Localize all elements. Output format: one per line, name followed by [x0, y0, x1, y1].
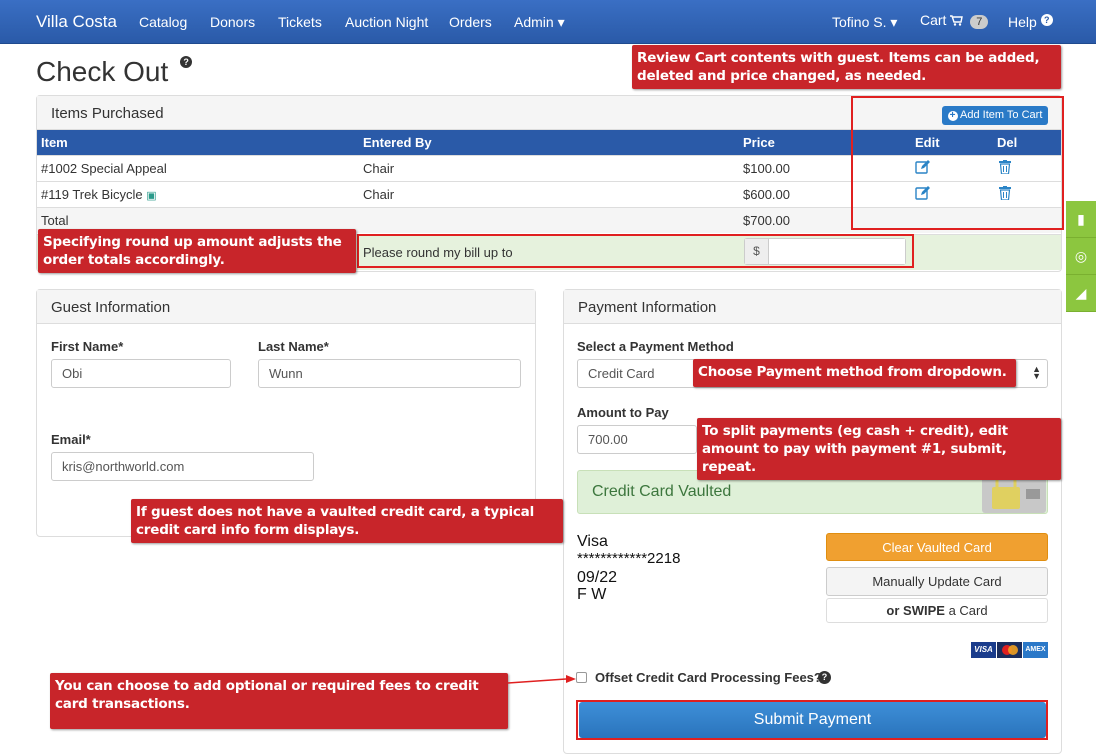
top-navbar: Villa Costa Catalog Donors Tickets Aucti… [0, 0, 1096, 44]
callout-vault: If guest does not have a vaulted credit … [131, 499, 563, 543]
cart-link[interactable]: Cart 7 [920, 12, 989, 29]
nav-admin[interactable]: Admin ▾ [514, 14, 565, 31]
email-label: Email* [51, 432, 91, 447]
round-up-highlight [357, 234, 914, 268]
amount-field[interactable]: 700.00 [577, 425, 697, 454]
payment-panel-heading: Payment Information [564, 290, 1061, 324]
card-brand: Visa [577, 533, 608, 550]
visa-logo-icon: VISA [971, 642, 996, 658]
cart-count-badge: 7 [970, 15, 989, 29]
entered-by: Chair [359, 154, 739, 181]
nav-auction-night[interactable]: Auction Night [345, 14, 428, 30]
amount-label: Amount to Pay [577, 405, 669, 420]
email-field[interactable]: kris@northworld.com [51, 452, 314, 481]
offset-fees-checkbox[interactable] [576, 672, 587, 683]
mastercard-logo-icon [997, 642, 1022, 658]
last-name-field[interactable]: Wunn [258, 359, 521, 388]
item-name: #119 Trek Bicycle [41, 186, 143, 202]
page-title: Check Out ? [36, 56, 193, 88]
card-number: ************2218 [577, 550, 681, 567]
clear-vaulted-card-button[interactable]: Clear Vaulted Card [826, 533, 1048, 561]
last-name-label: Last Name* [258, 339, 329, 354]
vaulted-card-details: Visa ************2218 09/22 F W [577, 533, 680, 603]
vaulted-label: Credit Card Vaulted [592, 483, 732, 500]
manual-update-card-button[interactable]: Manually Update Card [826, 567, 1048, 596]
swipe-prefix: or [886, 603, 900, 618]
gift-icon: ▣ [146, 189, 157, 202]
card-expiry: 09/22 [577, 569, 618, 586]
question-icon[interactable]: ? [180, 56, 193, 68]
callout-roundup: Specifying round up amount adjusts the o… [38, 229, 356, 273]
col-item: Item [37, 130, 359, 155]
swipe-bold: SWIPE [903, 603, 945, 618]
entered-by: Chair [359, 180, 739, 207]
lifebuoy-icon[interactable]: ◎ [1066, 238, 1096, 275]
first-name-label: First Name* [51, 339, 124, 354]
cart-edit-highlight [851, 96, 1064, 230]
question-icon[interactable]: ? [818, 671, 831, 684]
payment-method-value: Credit Card [588, 366, 655, 381]
card-name: F W [577, 586, 607, 603]
nav-orders[interactable]: Orders [449, 14, 492, 30]
brand-link[interactable]: Villa Costa [36, 12, 117, 32]
amex-logo-icon: AMEX [1023, 642, 1048, 658]
item-name: #1002 Special Appeal [37, 154, 359, 181]
nav-catalog[interactable]: Catalog [139, 14, 187, 30]
callout-cart: Review Cart contents with guest. Items c… [632, 45, 1061, 89]
page-title-text: Check Out [36, 56, 169, 87]
cart-label: Cart [920, 12, 947, 28]
callout-split: To split payments (eg cash + credit), ed… [697, 418, 1061, 480]
swipe-card-button[interactable]: or SWIPE a Card [826, 598, 1048, 623]
submit-highlight [576, 700, 1048, 740]
nav-donors[interactable]: Donors [210, 14, 255, 30]
rss-icon[interactable]: ◢ [1066, 275, 1096, 312]
empty-cell [359, 206, 739, 233]
payment-method-label: Select a Payment Method [577, 339, 734, 354]
nav-tickets[interactable]: Tickets [278, 14, 322, 30]
book-icon[interactable]: ▮ [1066, 201, 1096, 238]
callout-fees: You can choose to add optional or requir… [50, 673, 508, 729]
offset-fees-label: Offset Credit Card Processing Fees? [595, 670, 822, 685]
col-entered-by: Entered By [359, 130, 739, 155]
side-tabs: ▮ ◎ ◢ [1066, 201, 1096, 312]
callout-method: Choose Payment method from dropdown. [693, 359, 1016, 387]
card-logos: VISA AMEX [971, 642, 1048, 658]
user-menu[interactable]: Tofino S. ▾ [832, 14, 897, 31]
question-icon: ? [1040, 14, 1053, 26]
swipe-suffix: a Card [948, 603, 988, 618]
first-name-field[interactable]: Obi [51, 359, 231, 388]
item-name-cell: #119 Trek Bicycle ▣ [37, 180, 359, 207]
help-link[interactable]: Help ? [1008, 14, 1053, 30]
help-label: Help [1008, 14, 1037, 30]
arrow-icon [508, 675, 576, 684]
guest-panel-heading: Guest Information [37, 290, 535, 324]
cart-icon [950, 12, 967, 28]
select-arrows-icon: ▲ ▼ [1032, 364, 1041, 381]
